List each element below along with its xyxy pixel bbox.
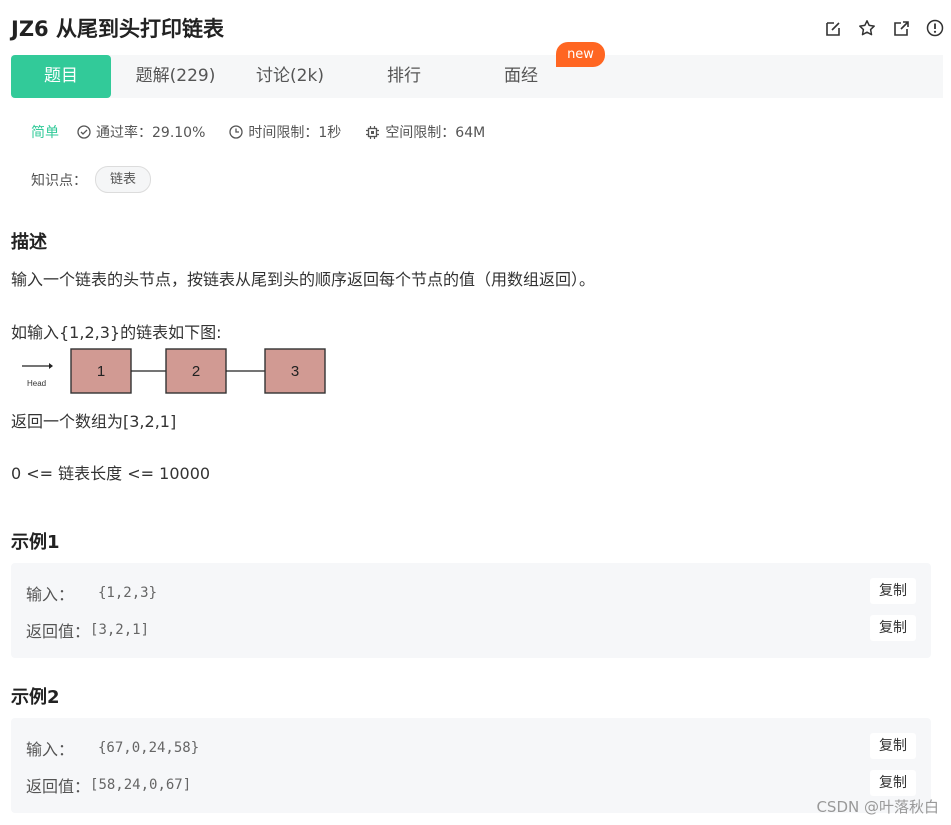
copy-input-button[interactable]: 复制	[870, 733, 916, 759]
example-1-output: [3,2,1]	[90, 622, 150, 638]
difficulty-label: 简单	[31, 125, 59, 141]
example-2-output: [58,24,0,67]	[90, 777, 192, 793]
head-arrow: Head	[22, 363, 53, 388]
pass-rate: 通过率：29.10%	[77, 122, 205, 142]
node-3-value: 3	[291, 363, 299, 380]
tab-bar: 题目 题解(229) 讨论(2k) 排行 面经	[11, 55, 943, 98]
time-limit-text: 时间限制：1秒	[248, 125, 342, 141]
list-node-2: 2	[165, 348, 227, 394]
knowledge-points: 知识点： 链表	[31, 166, 152, 193]
tag-linked-list[interactable]: 链表	[95, 166, 152, 193]
problem-meta: 简单 通过率：29.10% 时间限制：1秒 空间限制：64M	[31, 122, 509, 142]
example-2-heading: 示例2	[11, 687, 60, 708]
star-icon[interactable]	[857, 18, 877, 38]
clock-icon	[229, 125, 244, 139]
space-limit-text: 空间限制：64M	[385, 125, 486, 141]
constraint-text: 0 <= 链表长度 <= 10000	[11, 464, 211, 483]
example-1-input: {1,2,3}	[98, 585, 158, 601]
tab-ranking[interactable]: 排行	[374, 55, 434, 98]
list-node-3: 3	[264, 348, 326, 394]
linked-list-diagram: Head 1 2 3	[18, 345, 338, 399]
toolbar-icons	[823, 18, 945, 38]
copy-output-button[interactable]: 复制	[870, 615, 916, 641]
copy-input-button[interactable]: 复制	[870, 578, 916, 604]
example-1-input-row: 输入： {1,2,3}	[26, 581, 157, 605]
example-intro: 如输入{1,2,3}的链表如下图:	[11, 323, 222, 342]
example-2-output-row: 返回值： [58,24,0,67]	[26, 773, 191, 797]
pass-rate-text: 通过率：29.10%	[96, 125, 206, 141]
input-label: 输入：	[26, 585, 75, 604]
description-heading: 描述	[11, 232, 47, 253]
tab-problem[interactable]: 题目	[11, 55, 111, 98]
watermark: CSDN @叶落秋白	[816, 798, 939, 816]
external-link-icon[interactable]	[891, 18, 911, 38]
copy-output-button[interactable]: 复制	[870, 770, 916, 796]
new-badge: new	[556, 42, 605, 67]
tab-solutions[interactable]: 题解(229)	[128, 55, 223, 98]
example-2-input-row: 输入： {67,0,24,58}	[26, 736, 199, 760]
problem-title: JZ6 从尾到头打印链表	[11, 17, 224, 41]
example-1-box: 输入： {1,2,3} 复制 返回值： [3,2,1] 复制	[11, 563, 931, 658]
output-label: 返回值：	[26, 622, 91, 641]
description-text: 输入一个链表的头节点，按链表从尾到头的顺序返回每个节点的值（用数组返回）。	[11, 270, 596, 289]
example-1-output-row: 返回值： [3,2,1]	[26, 618, 149, 642]
info-icon[interactable]	[925, 18, 945, 38]
list-node-1: 1	[70, 348, 132, 394]
node-2-value: 2	[192, 363, 200, 380]
example-2-input: {67,0,24,58}	[98, 740, 200, 756]
chip-icon	[366, 125, 380, 139]
check-circle-icon	[77, 125, 91, 139]
node-1-value: 1	[97, 363, 105, 380]
input-label: 输入：	[26, 740, 75, 759]
edit-icon[interactable]	[823, 18, 843, 38]
tab-interview[interactable]: 面经	[491, 55, 551, 98]
return-text: 返回一个数组为[3,2,1]	[11, 412, 177, 431]
example-1-heading: 示例1	[11, 532, 60, 553]
time-limit: 时间限制：1秒	[229, 122, 341, 142]
head-label: Head	[27, 379, 46, 388]
space-limit: 空间限制：64M	[365, 122, 485, 142]
output-label: 返回值：	[26, 777, 91, 796]
knowledge-label: 知识点：	[31, 172, 87, 189]
example-2-box: 输入： {67,0,24,58} 复制 返回值： [58,24,0,67] 复制	[11, 718, 931, 813]
tab-discussion[interactable]: 讨论(2k)	[245, 55, 335, 98]
